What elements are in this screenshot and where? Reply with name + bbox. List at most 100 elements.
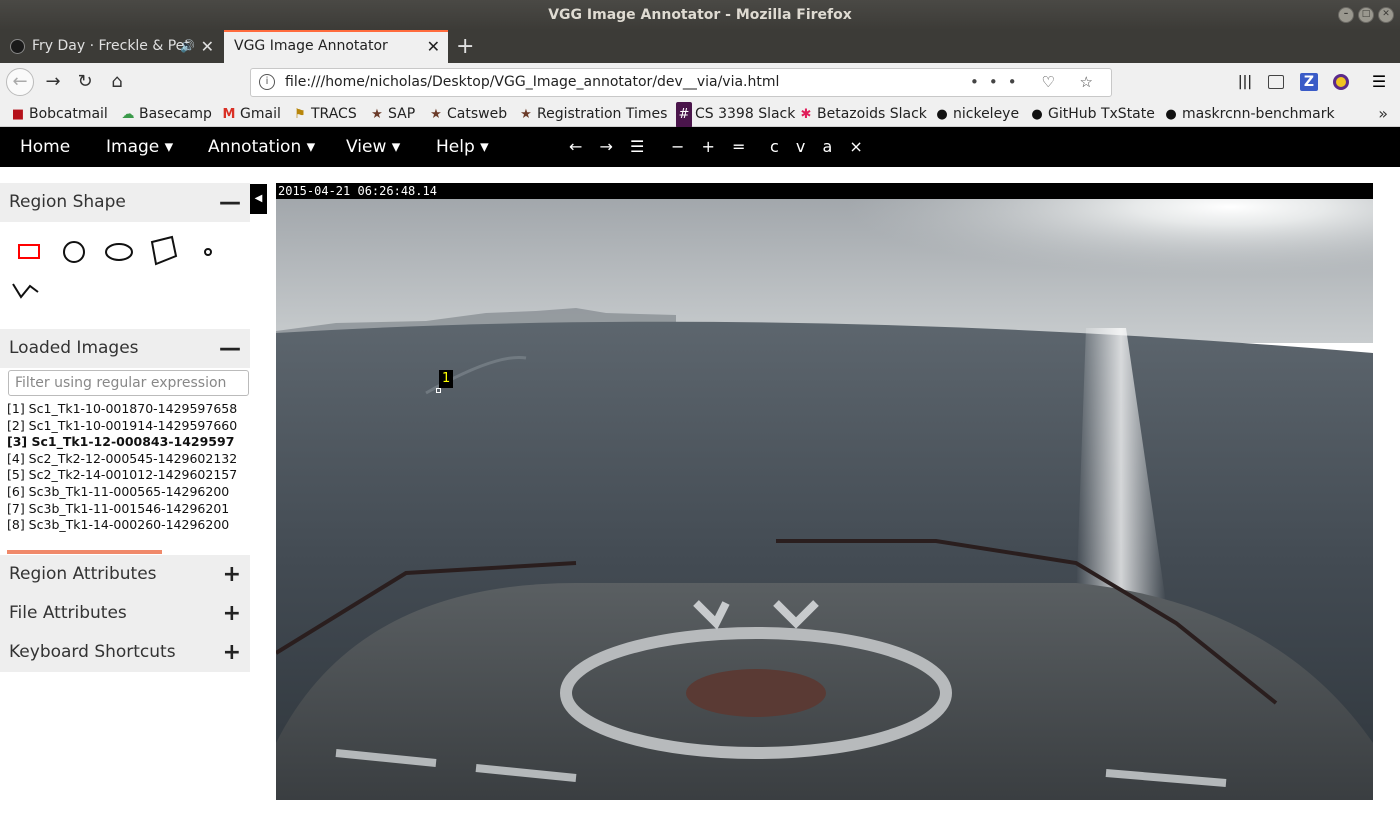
tracs-icon: ⚑	[294, 107, 306, 122]
image-canvas[interactable]: 2015-04-21 06:26:48.14 1	[276, 183, 1373, 800]
library-icon[interactable]: |||	[1236, 73, 1254, 91]
bookmark-bobcatmail[interactable]: ■ Bobcatmail	[10, 101, 108, 127]
gmail-icon: M	[222, 107, 236, 122]
bookmark-basecamp[interactable]: ☁ Basecamp	[120, 101, 212, 127]
polygon-shape-icon[interactable]	[148, 234, 180, 268]
tab-close-button[interactable]: ✕	[201, 30, 214, 63]
url-text[interactable]: file:///home/nicholas/Desktop/VGG_Image_…	[285, 69, 779, 96]
reload-button[interactable]: ↻	[72, 69, 98, 95]
tab-close-button[interactable]: ✕	[427, 32, 440, 61]
bookmark-catsweb[interactable]: ★ Catsweb	[428, 101, 507, 127]
region-label[interactable]: 1	[439, 370, 454, 388]
close-window-button[interactable]: ✕	[1378, 7, 1394, 23]
image-list-item[interactable]: [4] Sc2_Tk2-12-000545-1429602132	[7, 451, 237, 468]
image-list-item[interactable]: [8] Sc3b_Tk1-14-000260-14296200	[7, 517, 237, 534]
menu-annotation[interactable]: Annotation ▾	[208, 127, 315, 167]
github-icon: ●	[1165, 107, 1177, 122]
region-attributes-title: Region Attributes	[9, 564, 157, 584]
menu-help[interactable]: Help ▾	[436, 127, 489, 167]
maximize-button[interactable]: □	[1358, 7, 1374, 23]
back-button[interactable]: ←	[6, 68, 34, 96]
extension-icon[interactable]	[1333, 74, 1349, 90]
collapse-icon[interactable]: —	[219, 183, 241, 222]
home-button[interactable]: ⌂	[104, 69, 130, 95]
bookmark-nickeleye[interactable]: ● nickeleye	[934, 101, 1019, 127]
bookmark-github-txstate[interactable]: ● GitHub TxState	[1029, 101, 1155, 127]
expand-icon[interactable]: +	[223, 594, 241, 633]
ellipse-shape-icon[interactable]	[102, 237, 136, 267]
tab-strip: Fry Day · Freckle & Pet 🔊 ✕ VGG Image An…	[0, 30, 1400, 63]
expand-icon[interactable]: +	[223, 633, 241, 672]
tab-via[interactable]: VGG Image Annotator ✕	[224, 30, 448, 63]
scrollbar-thumb[interactable]	[7, 550, 162, 554]
tab-spotify[interactable]: Fry Day · Freckle & Pet 🔊 ✕	[0, 30, 222, 63]
collapse-icon[interactable]: —	[219, 329, 241, 368]
keyboard-shortcuts-title: Keyboard Shortcuts	[9, 642, 176, 662]
zotero-icon[interactable]: Z	[1300, 73, 1318, 91]
loaded-images-header[interactable]: Loaded Images —	[0, 329, 250, 368]
file-attributes-header[interactable]: File Attributes +	[0, 594, 250, 633]
loaded-images-title: Loaded Images	[9, 338, 139, 358]
via-top-menu: Home Image ▾ Annotation ▾ View ▾ Help ▾ …	[0, 127, 1400, 167]
region-shape-title: Region Shape	[9, 192, 126, 212]
image-timestamp: 2015-04-21 06:26:48.14	[276, 183, 1373, 199]
bookmark-tracs[interactable]: ⚑ TRACS	[292, 101, 357, 127]
collapse-panel-button[interactable]: ◀	[250, 184, 267, 214]
sidebar-icon[interactable]	[1268, 75, 1284, 89]
expand-icon[interactable]: +	[223, 555, 241, 594]
annotation-region[interactable]	[436, 388, 441, 393]
image-list-item-current[interactable]: [3] Sc1_Tk1-12-000843-1429597	[7, 434, 237, 451]
forward-button[interactable]: →	[40, 69, 66, 95]
left-sidebar: Region Shape — Loaded Images — [1] Sc1_T…	[0, 183, 250, 672]
edit-tools[interactable]: c v a ×	[770, 127, 869, 167]
file-attributes-title: File Attributes	[9, 603, 127, 623]
keyboard-shortcuts-header[interactable]: Keyboard Shortcuts +	[0, 633, 250, 672]
bookmarks-toolbar: ■ Bobcatmail ☁ Basecamp M Gmail ⚑ TRACS ★ SAP…	[0, 101, 1400, 128]
image-list-item[interactable]: [1] Sc1_Tk1-10-001870-1429597658	[7, 401, 237, 418]
slack-icon: #	[676, 102, 692, 128]
circle-shape-icon[interactable]	[58, 237, 90, 267]
slack-icon: ✱	[800, 107, 812, 122]
menu-icon[interactable]: ☰	[1370, 73, 1388, 91]
window-title: VGG Image Annotator - Mozilla Firefox	[548, 7, 852, 23]
speaker-icon[interactable]: 🔊	[180, 30, 195, 63]
rectangle-shape-icon[interactable]	[14, 237, 46, 267]
menu-home[interactable]: Home	[20, 127, 70, 167]
url-bar[interactable]: i file:///home/nicholas/Desktop/VGG_Imag…	[250, 68, 1112, 97]
page-actions[interactable]: ••• ♡ ☆	[970, 69, 1103, 96]
minimize-button[interactable]: –	[1338, 7, 1354, 23]
region-attributes-header[interactable]: Region Attributes +	[0, 555, 250, 594]
ship-deck-image	[276, 183, 1373, 800]
image-list-item[interactable]: [5] Sc2_Tk2-14-001012-1429602157	[7, 467, 237, 484]
image-list-item[interactable]: [6] Sc3b_Tk1-11-000565-14296200	[7, 484, 237, 501]
basecamp-icon: ☁	[121, 107, 135, 122]
region-shape-header[interactable]: Region Shape —	[0, 183, 250, 222]
bookmark-betazoids-slack[interactable]: ✱ Betazoids Slack	[798, 101, 927, 127]
bookmark-sap[interactable]: ★ SAP	[369, 101, 415, 127]
bookmark-maskrcnn-benchmark[interactable]: ● maskrcnn-benchmark	[1163, 101, 1334, 127]
star-icon: ★	[520, 107, 532, 122]
point-shape-icon[interactable]	[198, 237, 218, 267]
bookmark-cs3398-slack[interactable]: # CS 3398 Slack	[676, 101, 795, 128]
info-icon[interactable]: i	[259, 74, 275, 90]
bookmark-registration-times[interactable]: ★ Registration Times	[518, 101, 667, 127]
github-icon: ●	[936, 107, 948, 122]
bookmark-gmail[interactable]: M Gmail	[221, 101, 281, 127]
github-icon: ●	[1031, 107, 1043, 122]
image-filter-input[interactable]	[8, 370, 249, 396]
menu-view[interactable]: View ▾	[346, 127, 400, 167]
new-tab-button[interactable]: +	[456, 30, 474, 63]
image-nav-tools[interactable]: ← → ☰	[569, 127, 650, 167]
image-list-item[interactable]: [2] Sc1_Tk1-10-001914-1429597660	[7, 418, 237, 435]
spotify-icon	[10, 39, 25, 54]
tab-label: VGG Image Annotator	[234, 38, 388, 54]
tab-label: Fry Day · Freckle & Pet	[32, 38, 190, 54]
polyline-shape-icon[interactable]	[10, 278, 42, 308]
menu-image[interactable]: Image ▾	[106, 127, 173, 167]
image-list-item[interactable]: [7] Sc3b_Tk1-11-001546-14296201	[7, 501, 237, 518]
loaded-images-body: [1] Sc1_Tk1-10-001870-1429597658 [2] Sc1…	[0, 368, 250, 555]
star-icon: ★	[371, 107, 383, 122]
zoom-tools[interactable]: − + =	[671, 127, 751, 167]
bookmarks-overflow-button[interactable]: »	[1378, 101, 1388, 127]
navigation-toolbar: ← → ↻ ⌂ i file:///home/nicholas/Desktop/…	[0, 63, 1400, 101]
